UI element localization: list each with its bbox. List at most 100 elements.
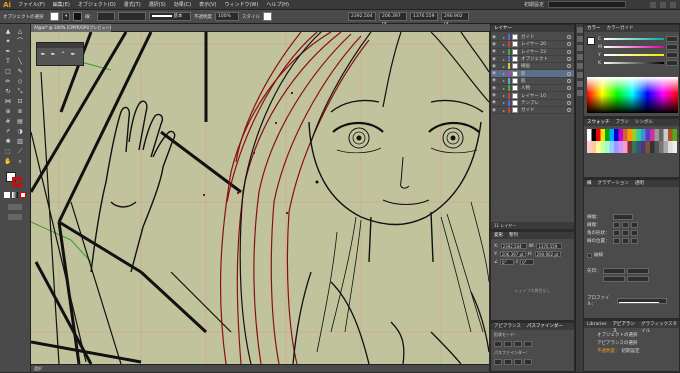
anchor-convert-icon[interactable]: ⌃ <box>59 51 67 59</box>
menu-effect[interactable]: 効果(C) <box>170 1 195 8</box>
black-field[interactable] <box>666 60 678 66</box>
shape-builder-icon[interactable]: ⊕ <box>3 108 13 116</box>
tab-pathfinder[interactable]: パスファインダー <box>527 323 563 330</box>
menu-view[interactable]: 表示(V) <box>195 1 220 8</box>
lasso-icon[interactable]: ⌒ <box>15 38 25 46</box>
tab-libraries[interactable]: Libraries <box>587 321 606 328</box>
stroke-weight-field[interactable] <box>613 214 633 220</box>
eraser-icon[interactable]: ◇ <box>15 78 25 86</box>
corner-round-icon[interactable] <box>622 230 629 236</box>
mesh-icon[interactable]: # <box>3 118 13 126</box>
menu-type[interactable]: 書式(T) <box>120 1 145 8</box>
h-field[interactable]: 290.902 pt <box>441 12 469 27</box>
menu-window[interactable]: ウィンドウ(W) <box>220 1 262 8</box>
tab-appearance[interactable]: アピアランス <box>494 323 521 330</box>
width-tool-icon[interactable]: ⋈ <box>3 98 13 106</box>
transform-h[interactable]: 290.902 pt <box>534 251 561 257</box>
tab-color[interactable]: カラー <box>587 25 601 32</box>
search-input[interactable] <box>548 1 626 8</box>
blend-icon[interactable]: ◑ <box>15 128 25 136</box>
fill-swatch[interactable] <box>50 12 59 21</box>
tab-stroke[interactable]: 線 <box>587 180 592 187</box>
eyedropper-icon[interactable]: ⌿ <box>3 128 13 136</box>
cap-round-icon[interactable] <box>622 222 629 228</box>
layer-row[interactable]: ◉ ▸ レイヤー 23 <box>491 48 574 56</box>
align-center-icon[interactable] <box>613 238 620 244</box>
pen-add-icon[interactable]: ✒ <box>39 51 47 59</box>
align-inside-icon[interactable] <box>622 238 629 244</box>
y-field[interactable]: 206.397 pt <box>379 12 407 27</box>
cap-square-icon[interactable] <box>631 222 638 228</box>
rectangle-tool-icon[interactable]: □ <box>3 68 13 76</box>
minus-front-icon[interactable] <box>504 341 512 347</box>
trim-icon[interactable] <box>504 359 512 365</box>
tab-swatches[interactable]: スウォッチ <box>587 119 610 126</box>
arrow-end-select[interactable] <box>627 268 649 274</box>
menu-select[interactable]: 選択(S) <box>145 1 170 8</box>
pen-remove-icon[interactable]: ✒ <box>49 51 57 59</box>
intersect-icon[interactable] <box>514 341 522 347</box>
style-swatch[interactable] <box>263 12 272 21</box>
tab-appearance-2[interactable]: アピアランス <box>612 321 635 334</box>
arrow-start-select[interactable] <box>603 268 625 274</box>
rotate-icon[interactable]: ↻ <box>3 88 13 96</box>
opacity-field[interactable]: 100% <box>215 12 239 21</box>
menu-help[interactable]: ヘルプ(H) <box>262 1 293 8</box>
color-mode-icon[interactable] <box>4 192 10 198</box>
none-mode-icon[interactable] <box>20 192 26 198</box>
pen-tool-icon[interactable]: ✒ <box>3 48 13 56</box>
tab-transform[interactable]: 変形 <box>494 232 503 239</box>
menu-file[interactable]: ファイル(F) <box>14 1 49 8</box>
magenta-field[interactable] <box>666 44 678 50</box>
layer-row[interactable]: ◉ ▸ オブジェクト <box>491 56 574 64</box>
pencil-icon[interactable]: ✏ <box>3 78 13 86</box>
cyan-field[interactable] <box>666 36 678 42</box>
close-icon[interactable] <box>670 1 676 8</box>
tab-color-guide[interactable]: カラーガイド <box>607 25 634 32</box>
tab-symbols[interactable]: シンボル <box>635 119 653 126</box>
dash-checkbox[interactable] <box>587 252 592 258</box>
perspective-icon[interactable]: ⧈ <box>15 108 25 116</box>
layer-row[interactable]: ◉ ▸ ガイド <box>491 34 574 42</box>
magic-wand-icon[interactable]: ✦ <box>3 38 13 46</box>
tab-gradient[interactable]: グラデーション <box>598 180 629 187</box>
layer-row[interactable]: ◉ ▸ 肌 <box>491 77 574 86</box>
gradient-mode-icon[interactable] <box>12 192 18 198</box>
x-field[interactable]: 2392.504 <box>348 12 376 21</box>
align-outside-icon[interactable] <box>631 238 638 244</box>
fill-stroke-preview[interactable] <box>587 37 595 45</box>
layer-row[interactable]: ◉ ▸ レイヤー 10 <box>491 92 574 100</box>
layer-row[interactable]: ◉ ▸ テンプレ <box>491 99 574 107</box>
layer-row[interactable]: ◉ ▸ 線画 <box>491 63 574 71</box>
layer-row[interactable]: ◉ ▸ レイヤー 20 <box>491 41 574 49</box>
zoom-icon[interactable]: ⌕ <box>15 158 25 166</box>
color-spectrum[interactable] <box>587 77 678 113</box>
curvature-icon[interactable]: ∽ <box>15 48 25 56</box>
brush-dropdown[interactable]: 基本 <box>149 12 191 21</box>
direct-selection-tool-icon[interactable]: △ <box>15 28 25 36</box>
artboard-icon[interactable]: ⬚ <box>3 148 13 156</box>
minimize-icon[interactable] <box>650 1 656 8</box>
corner-bevel-icon[interactable] <box>631 230 638 236</box>
document-tab[interactable]: AI@ai* @ 300% (CMYK/GPUプレビュー) <box>31 24 111 32</box>
scale-icon[interactable]: ⤡ <box>15 88 25 96</box>
layer-row[interactable]: ◉ ▸ ガイド <box>491 107 574 115</box>
hand-icon[interactable]: ✋ <box>3 158 13 166</box>
type-tool-icon[interactable]: T <box>3 58 13 66</box>
menu-edit[interactable]: 編集(E) <box>49 1 74 8</box>
line-tool-icon[interactable]: ╲ <box>15 58 25 66</box>
exclude-icon[interactable] <box>524 341 532 347</box>
corner-miter-icon[interactable] <box>613 230 620 236</box>
w-field[interactable]: 1376.559 <box>410 12 438 21</box>
pen-curve-icon[interactable]: ✒ <box>69 51 77 59</box>
paintbrush-icon[interactable]: ✎ <box>15 68 25 76</box>
layers-tab[interactable]: レイヤー <box>494 25 512 32</box>
stroke-weight[interactable] <box>97 12 115 21</box>
cap-butt-icon[interactable] <box>613 222 620 228</box>
merge-icon[interactable] <box>514 359 522 365</box>
yellow-field[interactable] <box>666 52 678 58</box>
tab-graphic-styles[interactable]: グラフィックスタイル <box>641 321 679 334</box>
fill-dropdown[interactable]: ▾ <box>62 12 70 21</box>
transform-shear[interactable]: 0° <box>520 259 535 265</box>
screen-mode-icon[interactable] <box>8 214 22 220</box>
